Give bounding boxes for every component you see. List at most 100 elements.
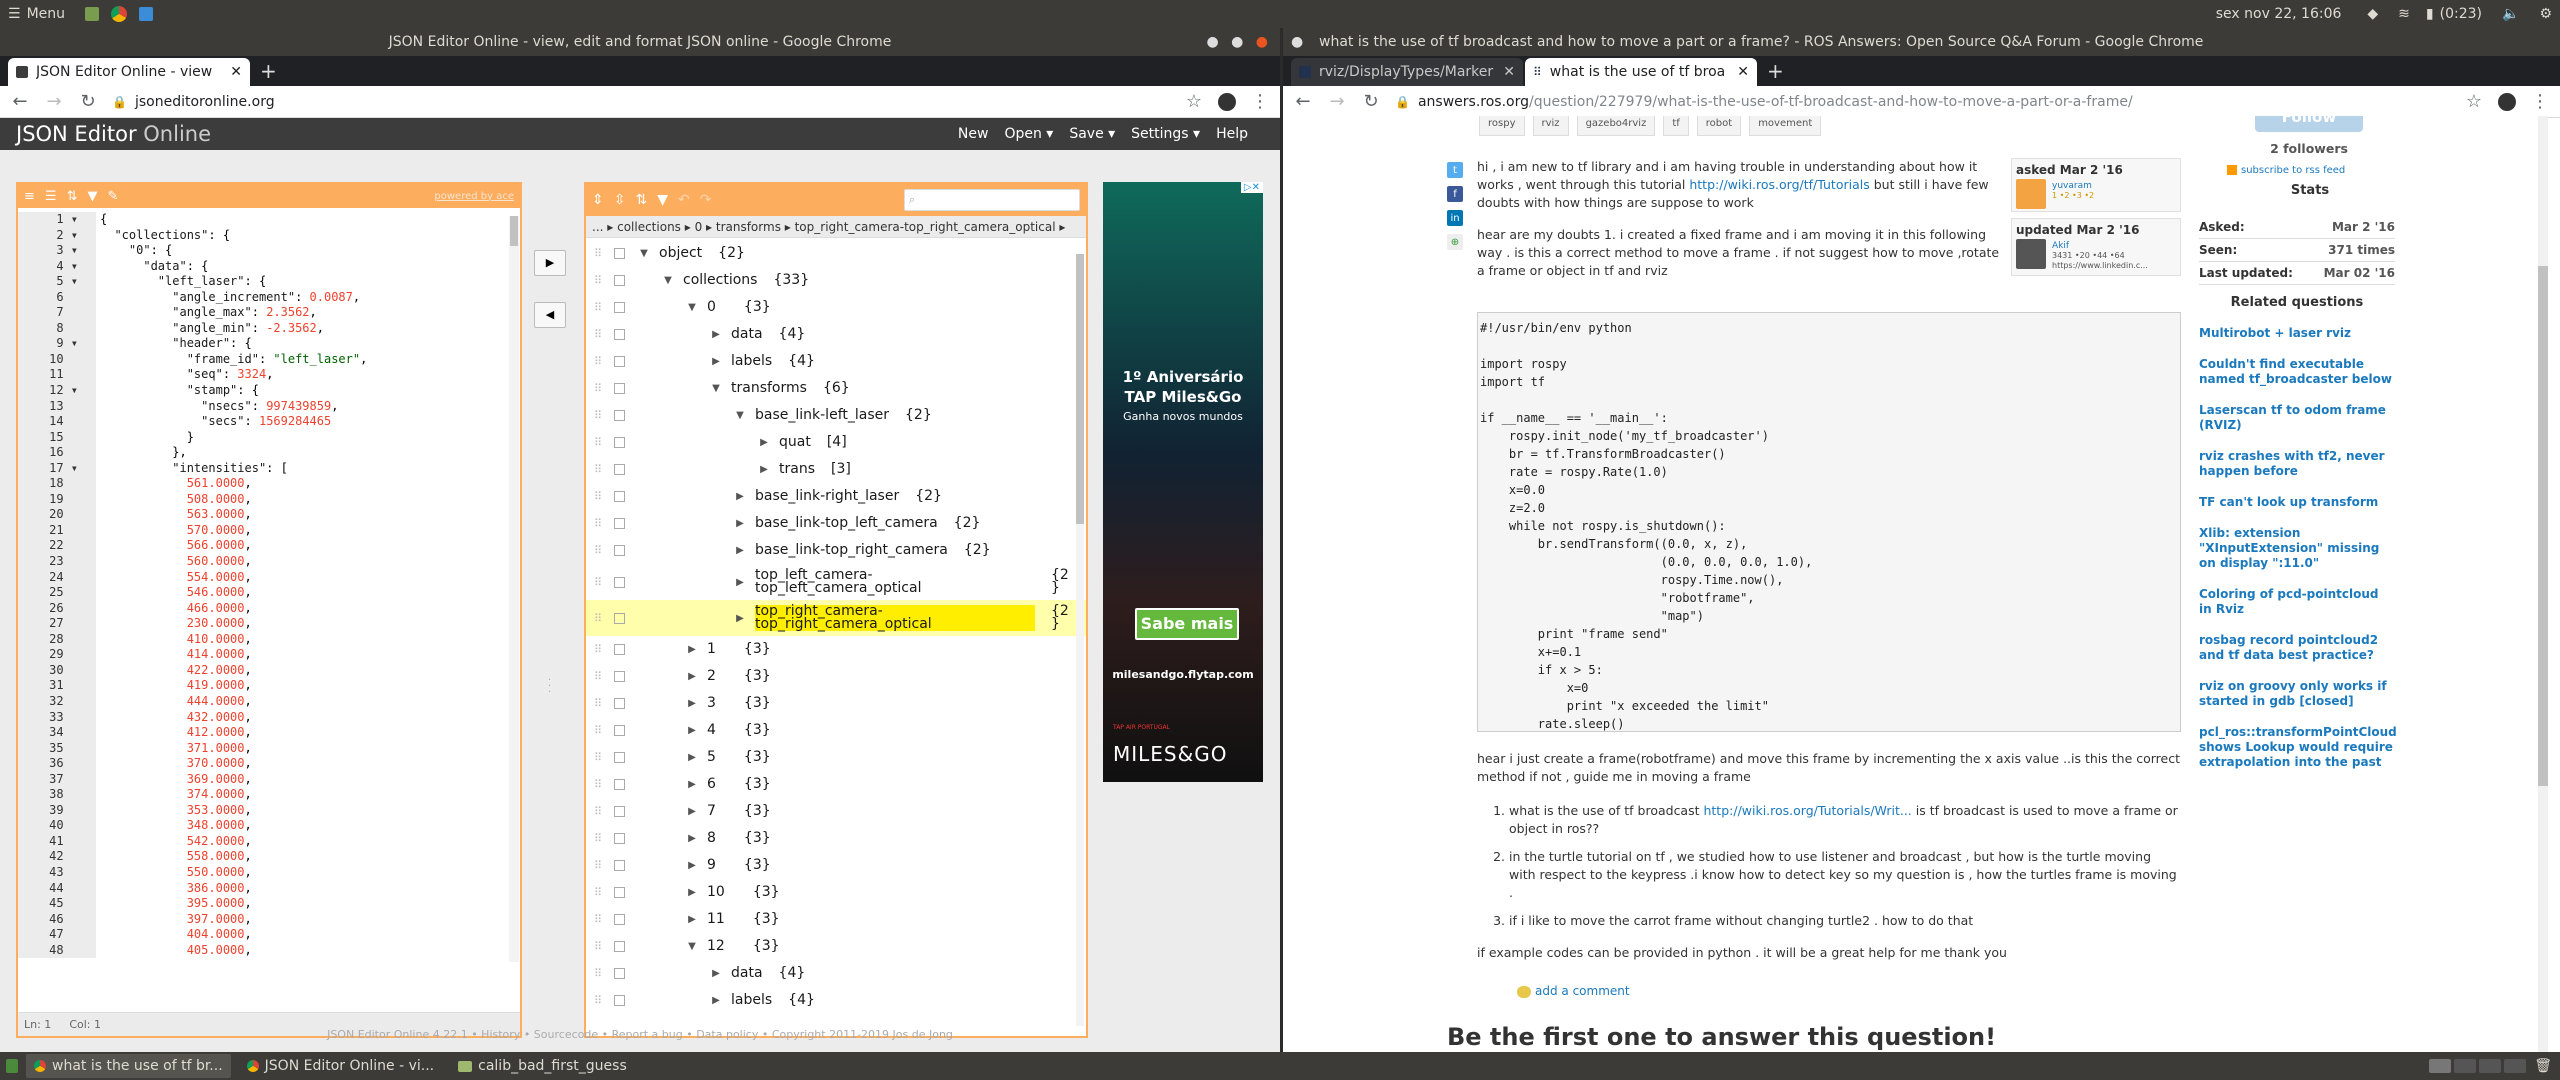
drag-handle-icon[interactable]: ⠿ — [594, 859, 604, 872]
tag-chip[interactable]: movement — [1749, 116, 1822, 136]
page-scrollbar[interactable] — [2538, 116, 2548, 1052]
compact-icon[interactable]: ☰ — [45, 189, 57, 204]
node-key[interactable]: base_link-left_laser — [755, 408, 889, 422]
related-question-link[interactable]: Coloring of pcd-pointcloud in Rviz — [2199, 587, 2395, 617]
drag-handle-icon[interactable]: ⠿ — [594, 751, 604, 764]
node-key[interactable]: base_link-top_left_camera — [755, 516, 938, 530]
tree-node[interactable]: ⠿ ▶ 10 {3} — [586, 879, 1086, 906]
taskbar-item-folder[interactable]: calib_bad_first_guess — [450, 1054, 635, 1078]
related-question-link[interactable]: Laserscan tf to odom frame (RVIZ) — [2199, 403, 2395, 433]
tab-close-icon[interactable]: ✕ — [1737, 64, 1749, 80]
related-question-link[interactable]: rviz crashes with tf2, never happen befo… — [2199, 449, 2395, 479]
profile-avatar[interactable] — [2498, 92, 2516, 111]
identica-share-icon[interactable]: ⊕ — [1447, 234, 1463, 250]
drag-handle-icon[interactable]: ⠿ — [594, 544, 604, 557]
tree-node[interactable]: ⠿ ▶ 6 {3} — [586, 771, 1086, 798]
menu-open-button[interactable]: Open ▾ — [996, 119, 1061, 149]
vscode-launcher-icon[interactable] — [139, 7, 154, 21]
tree-node[interactable]: ⠿ ▼ base_link-left_laser {2} — [586, 402, 1086, 429]
drag-handle-icon[interactable]: ⠿ — [594, 274, 604, 287]
node-checkbox[interactable] — [614, 383, 625, 394]
node-key[interactable]: data — [731, 327, 763, 341]
menu-icon[interactable]: ☰ — [8, 6, 21, 22]
tree-node[interactable]: ⠿ ▼ collections {33} — [586, 267, 1086, 294]
drag-handle-icon[interactable]: ⠿ — [594, 643, 604, 656]
tree-node[interactable]: ⠿ ▶ trans [3] — [586, 456, 1086, 483]
follow-button[interactable]: Follow — [2255, 116, 2363, 132]
node-key[interactable]: base_link-top_right_camera — [755, 543, 948, 557]
collapse-arrow-icon[interactable]: ▼ — [733, 410, 747, 421]
drag-handle-icon[interactable]: ⠿ — [594, 724, 604, 737]
tree-sort-icon[interactable]: ⇅ — [635, 192, 647, 208]
editor-avatar[interactable] — [2016, 239, 2046, 269]
expand-arrow-icon[interactable]: ▶ — [709, 968, 723, 979]
tab-json-editor[interactable]: JSON Editor Online - view ✕ — [8, 58, 250, 86]
menu-new-button[interactable]: New — [950, 119, 997, 149]
node-key[interactable]: trans — [779, 462, 815, 476]
expand-arrow-icon[interactable]: ▶ — [685, 671, 699, 682]
node-checkbox[interactable] — [614, 698, 625, 709]
chrome-launcher-icon[interactable] — [111, 6, 128, 22]
expand-arrow-icon[interactable]: ▶ — [733, 545, 747, 556]
drag-handle-icon[interactable]: ⠿ — [594, 247, 604, 260]
drag-handle-icon[interactable]: ⠿ — [594, 612, 604, 625]
menu-help-button[interactable]: Help — [1208, 119, 1256, 149]
node-checkbox[interactable] — [614, 887, 625, 898]
drag-handle-icon[interactable]: ⠿ — [594, 490, 604, 503]
tree-node[interactable]: ⠿ ▶ labels {4} — [586, 348, 1086, 375]
expand-arrow-icon[interactable]: ▶ — [685, 698, 699, 709]
node-key[interactable]: labels — [731, 993, 772, 1007]
tree-node[interactable]: ⠿ ▶ 4 {3} — [586, 717, 1086, 744]
node-checkbox[interactable] — [614, 644, 625, 655]
tree-scrollbar[interactable] — [1076, 254, 1084, 1026]
repair-icon[interactable]: ✎ — [107, 189, 118, 204]
node-key[interactable]: transforms — [731, 381, 807, 395]
node-checkbox[interactable] — [614, 941, 625, 952]
node-key[interactable]: base_link-right_laser — [755, 489, 899, 503]
collapse-all-icon[interactable]: ⇳ — [614, 192, 626, 208]
tab-close-icon[interactable]: ✕ — [1503, 64, 1515, 80]
ad-choices-icon[interactable]: ▷✕ — [1240, 182, 1263, 193]
expand-arrow-icon[interactable]: ▶ — [757, 464, 771, 475]
add-comment-link[interactable]: add a comment — [1517, 982, 2181, 1000]
url-field[interactable]: 🔒 jsoneditoronline.org — [112, 94, 1170, 110]
expand-arrow-icon[interactable]: ▶ — [685, 644, 699, 655]
tree-node[interactable]: ⠿ ▶ top_right_camera- top_right_camera_opt… — [586, 600, 1086, 636]
drag-handle-icon[interactable]: ⠿ — [594, 940, 604, 953]
drag-handle-icon[interactable]: ⠿ — [594, 886, 604, 899]
node-checkbox[interactable] — [614, 612, 625, 624]
tree-view[interactable]: ⠿ ▼ object {2} ⠿ ▼ collections {33} ⠿ ▼ 0 {3} ⠿ ▶ data… — [586, 238, 1086, 1032]
tag-chip[interactable]: robot — [1696, 116, 1742, 136]
advert-banner[interactable]: ▷✕ 1º Aniversário TAP Miles&Go Ganha nov… — [1103, 182, 1263, 782]
copy-to-code-button[interactable]: ◀ — [534, 302, 566, 328]
node-checkbox[interactable] — [614, 752, 625, 763]
expand-arrow-icon[interactable]: ▶ — [733, 491, 747, 502]
tag-chip[interactable]: gazebo4rviz — [1576, 116, 1656, 136]
linkedin-share-icon[interactable]: in — [1447, 210, 1463, 226]
related-question-link[interactable]: Multirobot + laser rviz — [2199, 326, 2395, 341]
redo-icon[interactable]: ↷ — [700, 192, 712, 208]
expand-arrow-icon[interactable]: ▶ — [709, 995, 723, 1006]
expand-arrow-icon[interactable]: ▶ — [685, 752, 699, 763]
taskbar-item-json[interactable]: JSON Editor Online - vi... — [239, 1054, 442, 1078]
node-key[interactable]: 9 — [707, 858, 716, 872]
node-key[interactable]: quat — [779, 435, 811, 449]
node-key[interactable]: 3 — [707, 696, 716, 710]
expand-arrow-icon[interactable]: ▶ — [709, 329, 723, 340]
drag-handle-icon[interactable]: ⠿ — [594, 517, 604, 530]
twitter-share-icon[interactable]: t — [1447, 162, 1463, 178]
expand-arrow-icon[interactable]: ▶ — [685, 860, 699, 871]
node-key[interactable]: 10 — [707, 885, 725, 899]
bookmark-star-icon[interactable]: ☆ — [2464, 91, 2484, 112]
new-tab-button[interactable]: + — [260, 59, 277, 83]
wifi-icon[interactable]: ≋ — [2398, 6, 2410, 22]
node-checkbox[interactable] — [614, 576, 625, 588]
tree-node[interactable]: ⠿ ▶ top_left_camera- top_left_camera_optic… — [586, 564, 1086, 600]
node-key[interactable]: 6 — [707, 777, 716, 791]
sort-icon[interactable]: ⇅ — [67, 189, 78, 204]
drag-handle-icon[interactable]: ⠿ — [594, 576, 604, 589]
drag-handle-icon[interactable]: ⠿ — [594, 913, 604, 926]
files-launcher-icon[interactable] — [85, 7, 100, 21]
powered-by-ace-link[interactable]: powered by ace — [434, 191, 514, 202]
editor-brand[interactable]: JSON Editor Online — [16, 122, 950, 146]
